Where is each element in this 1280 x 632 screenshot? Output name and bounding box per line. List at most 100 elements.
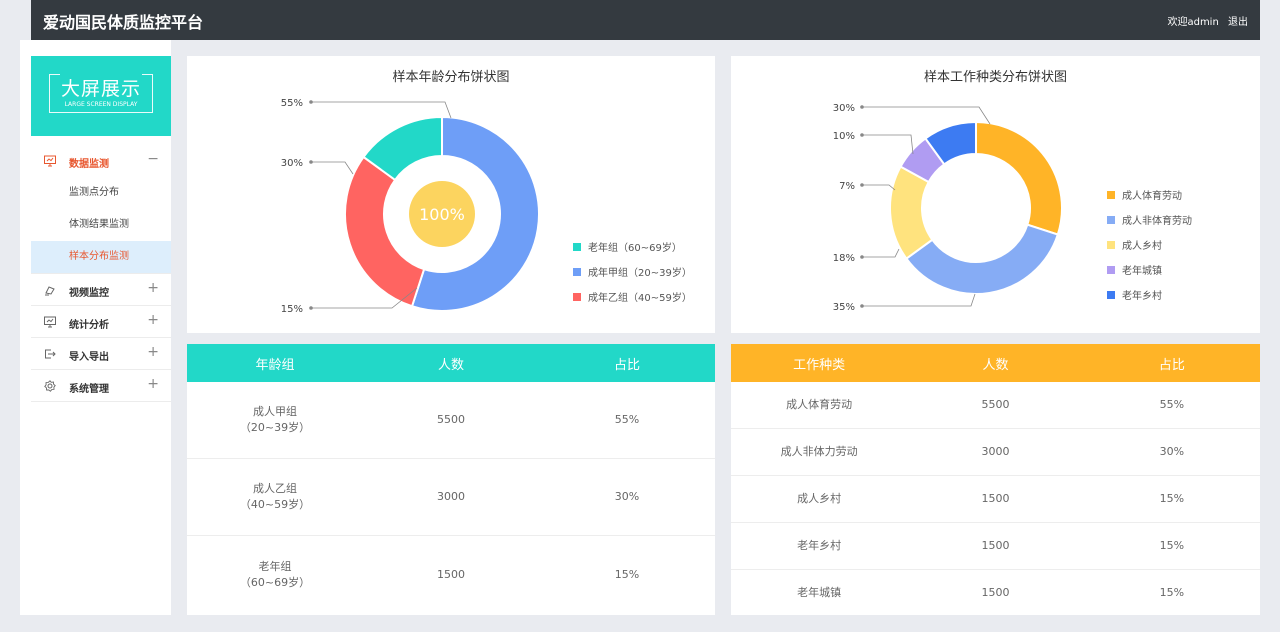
table-cell: 1500 <box>437 567 465 581</box>
age-chart-legend: 老年组（60~69岁） 成年甲组（20~39岁） 成年乙组（40~59岁） <box>573 234 692 309</box>
leader-line <box>311 161 354 175</box>
table-cell: 15% <box>1159 492 1185 505</box>
pie-slice <box>344 155 426 308</box>
leader-dot <box>860 183 864 187</box>
sidebar-subitem-site-distribution[interactable]: 监测点分布 <box>31 177 171 209</box>
expand-icon[interactable]: + <box>147 376 159 392</box>
table-cell: 成人乙组 （40~59岁） <box>187 481 363 513</box>
table-cell: 3000 <box>981 445 1010 458</box>
leader-line <box>311 101 452 119</box>
sidebar-menu: 数据监测 − 监测点分布 体测结果监测 样本分布监测 视频监控 + 统计分析 +… <box>31 145 171 402</box>
column-header: 年龄组 <box>255 357 295 373</box>
expand-icon[interactable]: + <box>147 344 159 360</box>
legend-item: 老年城镇 <box>1107 257 1192 282</box>
table-cell: 老年城镇 <box>797 585 842 599</box>
table-cell: 55% <box>1159 398 1185 411</box>
work-chart-panel: 样本工作种类分布饼状图 30% 10% 7% 18% 35% 成人体育劳动 成人非体育劳… <box>731 56 1260 333</box>
sidebar-item-system[interactable]: 系统管理 + <box>31 370 171 402</box>
legend-item: 成人非体育劳动 <box>1107 207 1192 232</box>
table-row: 成人乙组 （40~59岁） 3000 30% <box>187 459 715 536</box>
camera-icon <box>45 286 55 296</box>
legend-swatch <box>573 242 581 251</box>
legend-swatch <box>1107 240 1115 249</box>
table-cell: 1500 <box>981 492 1010 505</box>
table-header: 工作种类 人数 占比 <box>731 344 1260 382</box>
big-screen-title: 大屏展示 <box>60 78 141 100</box>
column-header: 人数 <box>437 357 464 373</box>
age-group-name: 成人甲组 <box>253 405 297 418</box>
legend-item: 成年乙组（40~59岁） <box>573 284 692 309</box>
table-cell: 30% <box>1159 445 1185 458</box>
age-group-range: （40~59岁） <box>239 498 311 511</box>
table-cell: 15% <box>1159 585 1185 599</box>
slice-label: 35% <box>833 302 855 313</box>
table-row: 老年城镇 1500 15% <box>731 570 1260 615</box>
table-cell: 3000 <box>437 490 465 503</box>
logout-link[interactable]: 退出 <box>1228 17 1248 28</box>
leader-dot <box>860 105 864 109</box>
table-cell: 15% <box>614 567 640 581</box>
legend-label: 成人非体育劳动 <box>1122 216 1192 227</box>
sidebar-item-data-monitor[interactable]: 数据监测 − <box>31 145 171 177</box>
sidebar-item-video[interactable]: 视频监控 + <box>31 274 171 306</box>
pie-slice <box>975 120 1063 236</box>
age-group-range: （20~39岁） <box>239 421 311 434</box>
legend-label: 成年甲组（20~39岁） <box>588 268 692 279</box>
table-cell: 成人甲组 （20~39岁） <box>187 404 363 436</box>
slice-label: 15% <box>281 304 303 315</box>
slice-label: 18% <box>833 253 855 264</box>
leader-dot <box>309 160 313 164</box>
user-area: 欢迎admin 退出 <box>1161 13 1248 28</box>
table-cell: 5500 <box>437 413 465 426</box>
legend-item: 成年甲组（20~39岁） <box>573 259 692 284</box>
legend-label: 成年乙组（40~59岁） <box>588 293 692 304</box>
table-row: 老年组 （60~69岁） 1500 15% <box>187 536 715 613</box>
sidebar-item-label: 数据监测 <box>69 159 109 170</box>
work-chart-legend: 成人体育劳动 成人非体育劳动 成人乡村 老年城镇 老年乡村 <box>1107 182 1192 307</box>
age-table: 年龄组 人数 占比 成人甲组 （20~39岁） 5500 55% 成人乙组 （40~… <box>187 344 715 615</box>
slice-label: 30% <box>281 158 303 169</box>
sidebar-item-import-export[interactable]: 导入导出 + <box>31 338 171 370</box>
table-row: 老年乡村 1500 15% <box>731 523 1260 570</box>
slice-label: 30% <box>833 103 855 114</box>
big-screen-button[interactable]: 大屏展示 LARGE SCREEN DISPLAY <box>31 56 171 136</box>
table-cell: 成人体育劳动 <box>786 398 853 411</box>
app-title: 爱动国民体质监控平台 <box>43 13 204 32</box>
age-group-name: 成人乙组 <box>253 482 297 495</box>
legend-swatch <box>573 267 581 276</box>
sidebar-subitem-sample-distribution[interactable]: 样本分布监测 <box>31 241 171 273</box>
chart-screen-icon <box>44 316 56 328</box>
collapse-icon[interactable]: − <box>147 151 159 167</box>
legend-item: 老年组（60~69岁） <box>573 234 692 259</box>
sidebar-item-statistics[interactable]: 统计分析 + <box>31 306 171 338</box>
expand-icon[interactable]: + <box>147 280 159 296</box>
table-cell: 1500 <box>981 585 1010 599</box>
age-group-name: 老年组 <box>258 559 292 573</box>
legend-swatch <box>1107 265 1115 274</box>
legend-swatch <box>1107 215 1115 224</box>
age-chart-panel: 样本年龄分布饼状图 55% 30% 15% 100% 老年组（60~69岁） 成年甲组… <box>187 56 715 333</box>
work-table: 工作种类 人数 占比 成人体育劳动 5500 55% 成人非体力劳动 3000 … <box>731 344 1260 615</box>
leader-dot <box>309 100 313 104</box>
big-screen-subtitle: LARGE SCREEN DISPLAY <box>64 101 138 108</box>
sidebar-subitem-test-results[interactable]: 体测结果监测 <box>31 209 171 241</box>
table-row: 成人甲组 （20~39岁） 5500 55% <box>187 382 715 459</box>
leader-dot <box>860 304 864 308</box>
column-header: 人数 <box>982 357 1009 373</box>
legend-label: 老年城镇 <box>1122 266 1162 277</box>
legend-swatch <box>573 292 581 301</box>
expand-icon[interactable]: + <box>147 312 159 328</box>
slice-label: 7% <box>839 181 855 192</box>
leader-line <box>862 293 976 307</box>
leader-line <box>862 134 914 155</box>
legend-label: 老年组（60~69岁） <box>588 243 682 254</box>
legend-item: 成人体育劳动 <box>1107 182 1192 207</box>
leader-line <box>862 248 900 258</box>
table-header: 年龄组 人数 占比 <box>187 344 715 382</box>
table-cell: 30% <box>614 490 640 503</box>
leader-dot <box>860 255 864 259</box>
table-row: 成人非体力劳动 3000 30% <box>731 429 1260 476</box>
leader-dot <box>309 306 313 310</box>
center-label: 100% <box>419 205 465 224</box>
sidebar-item-label: 导入导出 <box>69 352 109 363</box>
